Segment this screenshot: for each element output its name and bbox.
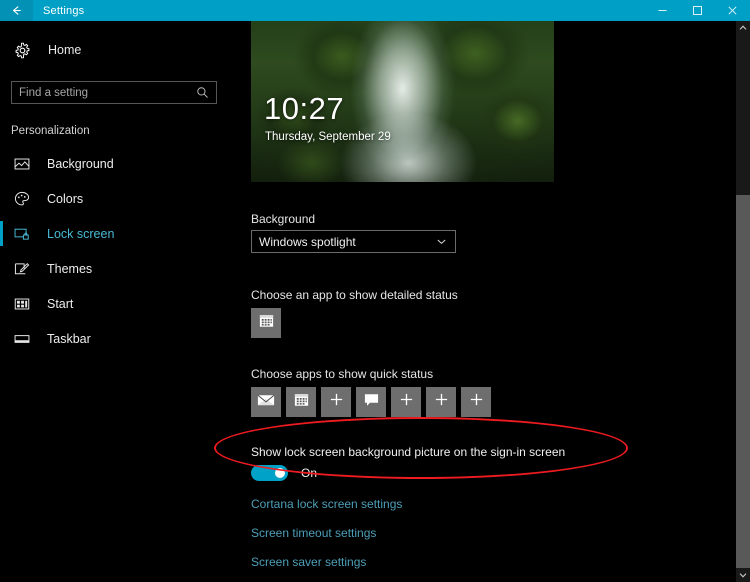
- chevron-down-icon: [434, 236, 448, 247]
- sidebar-item-label: Lock screen: [47, 226, 115, 241]
- search-box[interactable]: [11, 81, 217, 104]
- themes-brush-icon: [13, 260, 31, 278]
- sidebar-item-themes[interactable]: Themes: [0, 251, 234, 286]
- sidebar-item-label: Background: [47, 156, 114, 171]
- sidebar-item-taskbar[interactable]: Taskbar: [0, 321, 234, 356]
- sidebar-item-lock-screen[interactable]: Lock screen: [0, 216, 234, 251]
- quick-status-tile-add-6[interactable]: [426, 387, 456, 417]
- scroll-down-arrow-icon: [739, 566, 747, 582]
- calendar-icon: [258, 312, 275, 334]
- picture-icon: [13, 155, 31, 173]
- settings-window: Settings Home Find a setting Personaliza…: [0, 0, 750, 582]
- content-scrollbar[interactable]: [736, 21, 750, 582]
- back-button[interactable]: [0, 0, 33, 21]
- plus-icon: [469, 392, 484, 412]
- maximize-button[interactable]: [680, 0, 715, 21]
- sidebar-home-label: Home: [48, 43, 82, 57]
- signin-toggle-label: Show lock screen background picture on t…: [251, 445, 566, 459]
- quick-status-tile-message[interactable]: [356, 387, 386, 417]
- signin-toggle-switch[interactable]: [251, 465, 288, 481]
- sidebar-item-colors[interactable]: Colors: [0, 181, 234, 216]
- mail-icon: [257, 393, 275, 412]
- sidebar-item-background[interactable]: Background: [0, 146, 234, 181]
- plus-icon: [399, 392, 414, 412]
- scroll-up-button[interactable]: [736, 21, 750, 35]
- background-dropdown[interactable]: Windows spotlight: [251, 230, 456, 253]
- gear-icon: [13, 41, 32, 60]
- sidebar-item-label: Start: [47, 296, 74, 311]
- sidebar-item-label: Themes: [47, 261, 93, 276]
- quick-status-tile-add-7[interactable]: [461, 387, 491, 417]
- signin-toggle-state: On: [301, 466, 318, 480]
- background-dropdown-value: Windows spotlight: [259, 234, 356, 249]
- window-title: Settings: [43, 4, 85, 17]
- quick-status-tile-mail[interactable]: [251, 387, 281, 417]
- title-bar: Settings: [0, 0, 750, 21]
- background-section-label: Background: [251, 212, 316, 226]
- detailed-status-label: Choose an app to show detailed status: [251, 288, 458, 302]
- sidebar-item-start[interactable]: Start: [0, 286, 234, 321]
- sidebar-item-label: Colors: [47, 191, 84, 206]
- link-screen-saver-settings[interactable]: Screen saver settings: [251, 555, 366, 569]
- minimize-button[interactable]: [645, 0, 680, 21]
- search-icon[interactable]: [192, 86, 212, 99]
- plus-icon: [434, 392, 449, 412]
- close-icon: [727, 5, 738, 16]
- window-controls: [645, 0, 750, 21]
- message-icon: [363, 392, 380, 413]
- detailed-status-app-tile[interactable]: [251, 308, 281, 338]
- scroll-down-button[interactable]: [736, 568, 750, 582]
- lock-screen-preview: 10:27 Thursday, September 29: [251, 21, 554, 182]
- minimize-icon: [657, 5, 668, 16]
- preview-date: Thursday, September 29: [265, 131, 391, 143]
- maximize-icon: [692, 5, 703, 16]
- search-input[interactable]: [12, 86, 192, 99]
- quick-status-tiles: [251, 387, 491, 417]
- sidebar: Home Personalization Background: [0, 21, 234, 582]
- quick-status-tile-calendar[interactable]: [286, 387, 316, 417]
- toggle-knob: [275, 468, 285, 478]
- quick-status-label: Choose apps to show quick status: [251, 367, 434, 381]
- signin-toggle-row: On: [251, 465, 317, 481]
- sidebar-item-label: Taskbar: [47, 331, 91, 346]
- plus-icon: [329, 392, 344, 412]
- link-screen-timeout-settings[interactable]: Screen timeout settings: [251, 526, 376, 540]
- taskbar-icon: [13, 330, 31, 348]
- calendar-icon: [293, 391, 310, 413]
- link-cortana-lock-screen-settings[interactable]: Cortana lock screen settings: [251, 497, 402, 511]
- back-arrow-icon: [10, 4, 23, 17]
- scrollbar-track[interactable]: [736, 35, 750, 568]
- scrollbar-thumb[interactable]: [736, 35, 750, 195]
- sidebar-item-home[interactable]: Home: [0, 35, 234, 65]
- preview-clock: 10:27: [264, 91, 345, 126]
- close-button[interactable]: [715, 0, 750, 21]
- quick-status-tile-add-5[interactable]: [391, 387, 421, 417]
- quick-status-tile-add-3[interactable]: [321, 387, 351, 417]
- palette-icon: [13, 190, 31, 208]
- lock-screen-icon: [13, 225, 31, 243]
- start-tiles-icon: [13, 295, 31, 313]
- main-content: 10:27 Thursday, September 29 Background …: [234, 21, 736, 582]
- sidebar-group-header: Personalization: [11, 125, 90, 137]
